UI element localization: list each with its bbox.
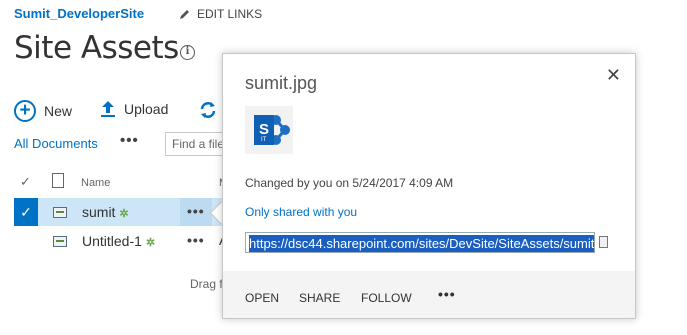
document-type-icon — [52, 173, 64, 188]
image-file-icon — [53, 207, 67, 218]
open-button[interactable]: OPEN — [245, 291, 279, 305]
svg-text:IT: IT — [261, 137, 267, 143]
new-badge-icon: ✲ — [119, 208, 129, 220]
upload-arrow-icon — [101, 101, 115, 117]
row-more-button[interactable]: ••• — [187, 232, 205, 248]
share-button[interactable]: SHARE — [299, 291, 340, 305]
close-icon[interactable]: ✕ — [606, 65, 621, 86]
copy-icon[interactable] — [599, 236, 608, 248]
changed-by-text: Changed by you on 5/24/2017 4:09 AM — [245, 176, 454, 190]
new-badge-icon: ✲ — [145, 237, 156, 249]
pencil-icon — [180, 9, 189, 19]
sharing-status-link[interactable]: Only shared with you — [245, 205, 357, 219]
file-name[interactable]: Untitled-1 — [82, 233, 142, 249]
select-all-checkbox[interactable]: ✓ — [20, 174, 31, 190]
file-name[interactable]: sumit — [82, 204, 115, 220]
file-callout: sumit.jpg ✕ S IT Changed by you on 5/24/… — [222, 53, 636, 319]
site-name-link[interactable]: Sumit_DeveloperSite — [14, 6, 144, 21]
row-name-link[interactable]: sumit ✲ — [82, 204, 129, 220]
file-url-text[interactable]: https://dsc44.sharepoint.com/sites/DevSi… — [249, 235, 594, 252]
sharepoint-logo-icon: S IT — [245, 106, 293, 154]
upload-label: Upload — [124, 101, 169, 117]
page-title: Site Assets — [14, 30, 179, 66]
row-checkbox[interactable]: ✓ — [14, 198, 38, 226]
new-label: New — [44, 103, 73, 119]
callout-title: sumit.jpg — [245, 73, 318, 93]
callout-more-button[interactable]: ••• — [438, 286, 456, 302]
callout-footer: OPEN SHARE FOLLOW ••• — [223, 271, 635, 318]
plus-circle-icon: + — [14, 100, 36, 122]
edit-links-label: EDIT LINKS — [197, 7, 263, 21]
sync-icon[interactable] — [198, 100, 218, 120]
new-button[interactable]: + New — [14, 100, 72, 122]
view-all-documents[interactable]: All Documents — [14, 136, 98, 151]
row-name-link[interactable]: Untitled-1 ✲ — [82, 233, 155, 249]
edit-links-button[interactable]: EDIT LINKS — [178, 7, 262, 21]
image-file-icon — [53, 236, 67, 247]
upload-button[interactable]: Upload — [100, 100, 168, 118]
view-more-button[interactable]: ••• — [120, 132, 139, 149]
file-url-field[interactable]: https://dsc44.sharepoint.com/sites/DevSi… — [245, 232, 595, 253]
follow-button[interactable]: FOLLOW — [361, 291, 412, 305]
column-header-name[interactable]: Name — [81, 177, 110, 189]
drag-files-hint: Drag fi — [190, 277, 226, 291]
row-more-button[interactable]: ••• — [187, 203, 205, 219]
info-icon[interactable]: i — [180, 45, 195, 60]
svg-text:S: S — [259, 121, 269, 138]
